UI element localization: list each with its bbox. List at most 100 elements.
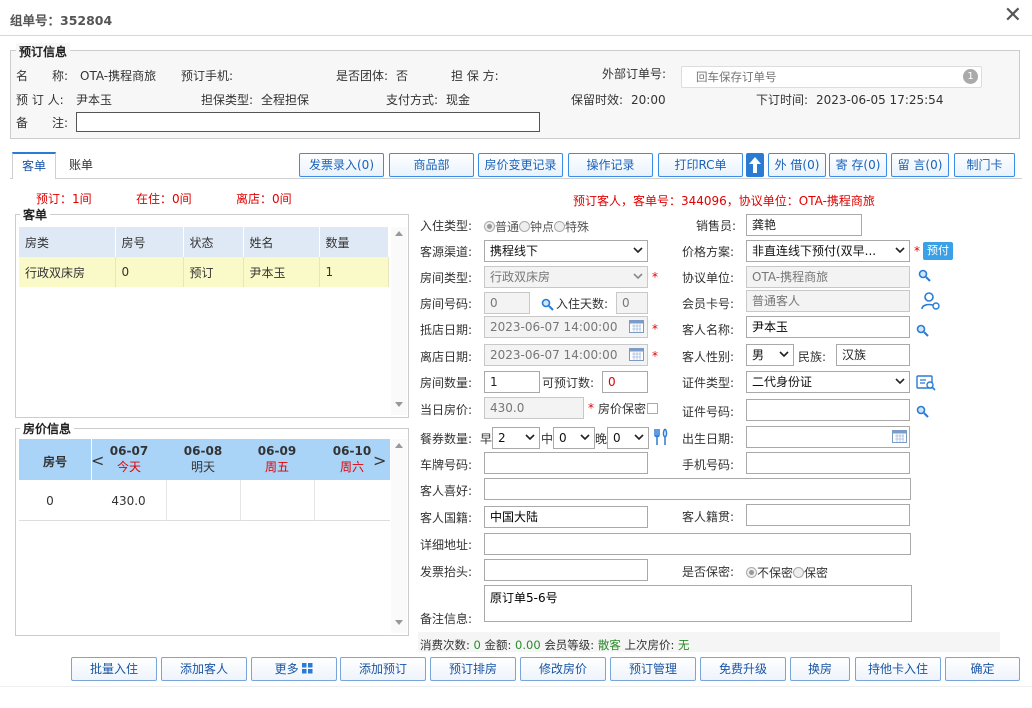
id-no-input[interactable] <box>746 399 910 421</box>
other-card-checkin-button[interactable]: 持他卡入住 <box>855 657 941 681</box>
room-no-label: 房间号码: <box>420 297 473 311</box>
batch-checkin-button[interactable]: 批量入住 <box>71 657 157 681</box>
breakfast-select[interactable]: 2 <box>492 427 540 449</box>
close-icon[interactable]: ✕ <box>1004 5 1022 27</box>
radio-special-label: 特殊 <box>565 220 590 234</box>
id-type-select[interactable]: 二代身份证 <box>746 371 910 393</box>
col-count: 数量 <box>319 227 389 257</box>
arrive-input[interactable]: 2023-06-07 14:00:00 <box>484 316 648 338</box>
rate-room-col: 房号 <box>42 455 67 469</box>
member-lookup-icon[interactable] <box>920 290 942 315</box>
confirm-button[interactable]: 确定 <box>945 657 1020 681</box>
operation-log-button[interactable]: 操作记录 <box>568 153 653 177</box>
more-button[interactable]: 更多 <box>251 657 337 681</box>
print-rc-button[interactable]: 打印RC单 <box>658 153 743 177</box>
upload-arrow-icon[interactable] <box>746 153 764 177</box>
invoice-entry-button[interactable]: 发票录入(0) <box>299 153 384 177</box>
rate-change-log-button[interactable]: 房价变更记录 <box>478 153 563 177</box>
invoice-input[interactable] <box>484 559 648 581</box>
nights-input[interactable]: 0 <box>616 292 648 314</box>
add-booking-button[interactable]: 添加预订 <box>340 657 426 681</box>
depart-input[interactable]: 2023-06-07 14:00:00 <box>484 344 648 366</box>
goods-button[interactable]: 商品部 <box>389 153 474 177</box>
calendar-icon[interactable] <box>629 348 644 364</box>
id-reader-icon[interactable] <box>916 374 936 394</box>
radio-normal[interactable] <box>484 221 495 232</box>
native-input[interactable] <box>746 504 910 526</box>
ethnic-input[interactable]: 汉族 <box>836 344 910 366</box>
tab-guest[interactable]: 客单 <box>12 152 56 179</box>
rate-secret-checkbox[interactable] <box>647 403 658 414</box>
add-guest-button[interactable]: 添加客人 <box>161 657 247 681</box>
ext-order-input[interactable] <box>681 66 982 88</box>
booking-manage-button[interactable]: 预订管理 <box>610 657 696 681</box>
search-icon[interactable] <box>916 405 929 421</box>
message-button[interactable]: 留 言(0) <box>891 153 949 177</box>
col-room-no: 房号 <box>115 227 184 257</box>
rate-price[interactable]: 430.0 <box>91 494 166 508</box>
gender-select[interactable]: 男 <box>746 344 794 366</box>
channel-select[interactable]: 携程线下 <box>484 240 648 262</box>
room-type-select[interactable]: 行政双床房 <box>484 266 648 288</box>
name-value: OTA-携程商旅 <box>80 69 157 83</box>
nation-input[interactable]: 中国大陆 <box>484 506 648 528</box>
deposit-button[interactable]: 寄 存(0) <box>829 153 887 177</box>
room-no-input[interactable]: 0 <box>484 292 530 314</box>
lunch-select[interactable]: 0 <box>553 427 595 449</box>
radio-secret-label: 保密 <box>804 566 829 580</box>
search-icon[interactable] <box>541 298 554 314</box>
guest-list-scrollbar[interactable] <box>391 227 407 415</box>
consume-level-value: 散客 <box>597 638 621 652</box>
rate-divider <box>314 480 315 521</box>
scroll-up-icon[interactable] <box>395 231 403 236</box>
change-room-button[interactable]: 换房 <box>790 657 850 681</box>
radio-hourly-label: 钟点 <box>530 220 555 234</box>
rate-scrollbar[interactable] <box>391 439 407 633</box>
day-rate-input[interactable]: 430.0 <box>484 397 584 419</box>
radio-hourly[interactable] <box>519 221 531 232</box>
room-count-input[interactable]: 1 <box>484 371 540 393</box>
pref-input[interactable] <box>484 478 911 500</box>
tab-bill[interactable]: 账单 <box>56 152 106 178</box>
calendar-icon[interactable] <box>629 320 644 336</box>
free-upgrade-button[interactable]: 免费升级 <box>700 657 786 681</box>
member-input[interactable]: 普通客人 <box>746 290 910 312</box>
calendar-icon[interactable] <box>892 430 907 446</box>
scroll-down-icon[interactable] <box>395 402 403 407</box>
search-icon[interactable] <box>916 324 929 340</box>
search-icon[interactable] <box>918 269 931 285</box>
secret-label: 是否保密: <box>682 565 735 579</box>
group-label: 是否团体: <box>336 69 389 83</box>
radio-special[interactable] <box>554 221 566 232</box>
room-count-label: 房间数量: <box>420 376 473 390</box>
address-input[interactable] <box>484 533 911 555</box>
assign-room-button[interactable]: 预订排房 <box>430 657 516 681</box>
table-row[interactable]: 行政双床房 0 预订 尹本玉 1 <box>19 257 389 287</box>
remark-textarea[interactable]: 原订单5-6号 <box>484 585 912 622</box>
price-plan-select[interactable]: 非直连线下预付(双早... <box>746 240 910 262</box>
price-plan-value: 非直连线下预付(双早... <box>752 244 877 258</box>
agreement-input[interactable]: OTA-携程商旅 <box>746 266 910 288</box>
id-type-label: 证件类型: <box>682 376 735 390</box>
lend-button[interactable]: 外 借(0) <box>768 153 826 177</box>
remark-input[interactable] <box>76 112 540 132</box>
consume-amount-label: 金额: <box>484 638 512 652</box>
scroll-up-icon[interactable] <box>395 443 403 448</box>
make-card-button[interactable]: 制门卡 <box>954 153 1015 177</box>
scroll-down-icon[interactable] <box>395 620 403 625</box>
hold-label: 保留时效: <box>571 93 624 107</box>
radio-not-secret[interactable] <box>746 567 757 578</box>
consume-level-label: 会员等级: <box>544 638 595 652</box>
fork-knife-icon[interactable] <box>652 427 672 450</box>
guest-name-input[interactable]: 尹本玉 <box>746 316 910 338</box>
plate-input[interactable] <box>484 452 648 474</box>
dinner-select[interactable]: 0 <box>607 427 649 449</box>
sales-input[interactable]: 龚艳 <box>746 214 862 236</box>
avail-input[interactable]: 0 <box>602 371 648 393</box>
mobile-input[interactable] <box>746 452 910 474</box>
radio-secret[interactable] <box>793 567 805 578</box>
ext-order-count-badge: 1 <box>963 69 978 84</box>
birth-input[interactable] <box>746 426 910 448</box>
modify-rate-button[interactable]: 修改房价 <box>520 657 606 681</box>
guarantee-type-value: 全程担保 <box>261 93 310 107</box>
